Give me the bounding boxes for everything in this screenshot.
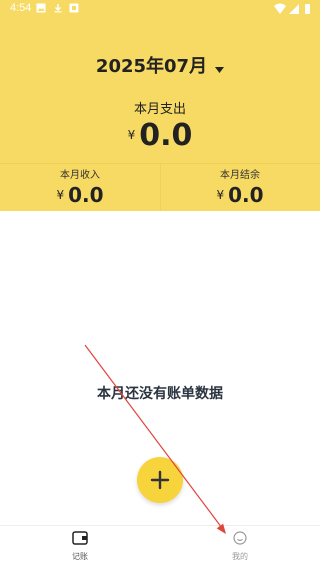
- income-value: 0.0: [68, 183, 104, 207]
- currency-symbol: ¥: [56, 188, 65, 202]
- battery-icon: [305, 4, 310, 14]
- expense-amount: ¥0.0: [0, 118, 320, 153]
- currency-symbol: ¥: [216, 188, 225, 202]
- month-label: 2025年07月: [95, 56, 208, 77]
- income-amount: ¥0.0: [0, 183, 160, 207]
- app-notification-icon: [69, 3, 79, 13]
- summary-header: 2025年07月 本月支出 ¥0.0 本月收入 ¥0.0 本月结余 ¥0.0: [0, 18, 320, 211]
- add-record-button[interactable]: [137, 457, 183, 503]
- signal-icon: [289, 4, 299, 14]
- ledger-icon: [72, 531, 88, 545]
- balance-block: 本月结余 ¥0.0: [160, 166, 320, 207]
- income-block: 本月收入 ¥0.0: [0, 166, 160, 207]
- download-icon: [54, 4, 62, 13]
- expense-label: 本月支出: [133, 102, 186, 117]
- month-picker[interactable]: 2025年07月: [0, 52, 320, 78]
- system-status-icons: [274, 3, 310, 14]
- image-notification-icon: [36, 3, 46, 13]
- empty-state-message: 本月还没有账单数据: [97, 386, 223, 402]
- wifi-icon: [274, 3, 286, 14]
- balance-amount: ¥0.0: [160, 183, 320, 207]
- nav-ledger-label: 记账: [72, 552, 88, 561]
- expense-value: 0.0: [139, 118, 193, 153]
- smiley-icon: [233, 531, 247, 545]
- currency-symbol: ¥: [127, 128, 136, 142]
- bottom-nav: 记账 我的: [0, 525, 320, 569]
- status-time: 4:54: [10, 2, 32, 14]
- plus-icon: [150, 470, 170, 490]
- caret-down-icon: [215, 57, 225, 78]
- status-bar: 4:54: [0, 0, 320, 18]
- balance-value: 0.0: [228, 183, 264, 207]
- nav-mine[interactable]: 我的: [200, 530, 280, 562]
- nav-ledger[interactable]: 记账: [40, 530, 120, 562]
- income-label: 本月收入: [60, 170, 100, 181]
- nav-mine-label: 我的: [232, 552, 248, 561]
- balance-label: 本月结余: [220, 170, 260, 181]
